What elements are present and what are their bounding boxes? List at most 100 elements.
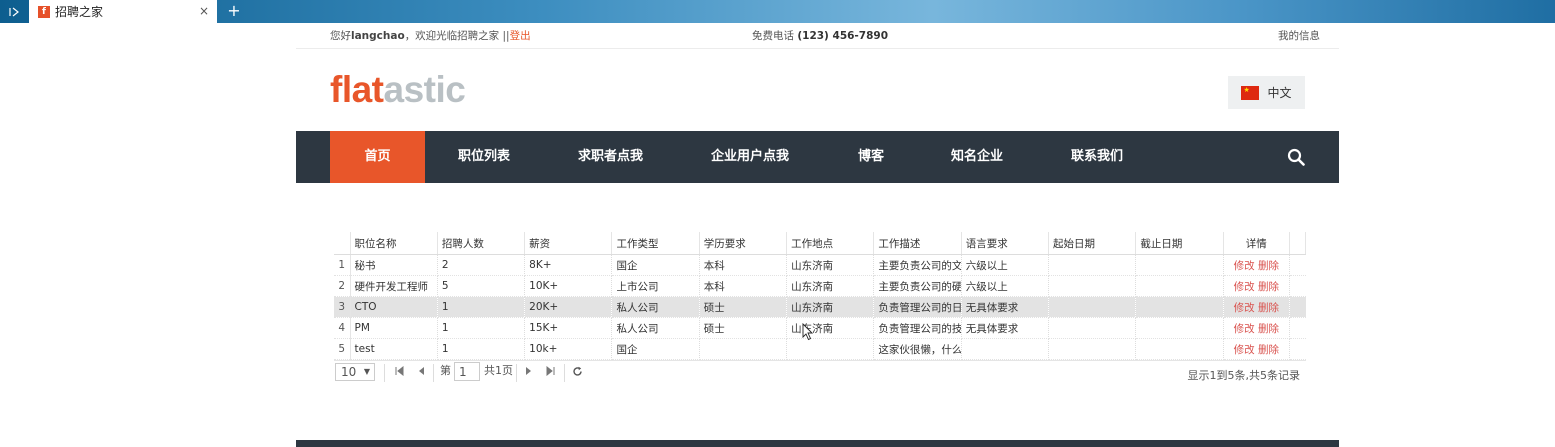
job-table: 职位名称 招聘人数 薪资 工作类型 学历要求 工作地点 工作描述 语言要求 起始… xyxy=(334,232,1307,360)
language-switcher[interactable]: 中文 xyxy=(1228,76,1305,109)
table-cell: 国企 xyxy=(611,254,700,276)
next-page-icon[interactable] xyxy=(524,366,534,379)
pager-separator xyxy=(433,364,434,382)
table-row[interactable]: 5 test 1 10k+ 国企 这家伙很懒，什么 修改 删除 xyxy=(334,338,1306,360)
column-header[interactable]: 薪资 xyxy=(524,232,613,255)
table-body: 1 秘书 2 8K+ 国企 本科 山东济南 主要负责公司的文 六级以上 修改 删除 2 硬件开发工程师… xyxy=(334,254,1306,360)
my-info-link[interactable]: 我的信息 xyxy=(1278,28,1320,43)
page-label: 第 xyxy=(440,364,451,377)
table-cell: 1 xyxy=(437,338,526,360)
table-cell: 国企 xyxy=(611,338,700,360)
nav-item-contact[interactable]: 联系我们 xyxy=(1071,131,1123,183)
nav-item-companies[interactable]: 企业用户点我 xyxy=(711,131,789,183)
logout-link[interactable]: 登出 xyxy=(510,30,531,42)
phone-number: (123) 456-7890 xyxy=(797,30,889,42)
edit-link[interactable]: 修改 xyxy=(1234,302,1255,314)
scrollbar-spacer xyxy=(1289,317,1306,339)
table-cell: 六级以上 xyxy=(961,254,1050,276)
table-cell: 硬件开发工程师 xyxy=(350,275,438,297)
column-header[interactable]: 详情 xyxy=(1223,232,1290,255)
nav-item-job-list[interactable]: 职位列表 xyxy=(458,131,510,183)
delete-link[interactable]: 删除 xyxy=(1258,302,1279,314)
delete-link[interactable]: 删除 xyxy=(1258,344,1279,356)
main-nav: 首页 职位列表 求职者点我 企业用户点我 博客 知名企业 联系我们 xyxy=(296,131,1339,183)
pagination-bar: 10 ▼ 第 1 共1页 显示1到5条,共5条记录 xyxy=(334,360,1306,385)
mouse-cursor-icon xyxy=(802,323,814,341)
scrollbar-spacer xyxy=(1289,275,1306,297)
table-cell: 秘书 xyxy=(350,254,438,276)
column-header[interactable]: 截止日期 xyxy=(1135,232,1224,255)
site-logo[interactable]: flatastic xyxy=(330,69,466,111)
column-header[interactable]: 学历要求 xyxy=(699,232,788,255)
column-header[interactable]: 工作地点 xyxy=(786,232,875,255)
scrollbar-header-spacer xyxy=(1289,232,1307,255)
column-header[interactable]: 起始日期 xyxy=(1048,232,1137,255)
favicon-icon: f xyxy=(38,5,50,18)
nav-item-job-seekers[interactable]: 求职者点我 xyxy=(578,131,643,183)
table-cell xyxy=(1048,296,1137,318)
table-cell: 负责管理公司的日 xyxy=(873,296,962,318)
row-number: 3 xyxy=(334,296,351,318)
table-row[interactable]: 2 硬件开发工程师 5 10K+ 上市公司 本科 山东济南 主要负责公司的硬 六级以上 修改 删除 xyxy=(334,275,1306,297)
table-cell: 主要负责公司的文 xyxy=(873,254,962,276)
column-header[interactable]: 语言要求 xyxy=(961,232,1050,255)
browser-tab[interactable]: f 招聘之家 × xyxy=(29,0,217,23)
logo-part-1: flat xyxy=(330,69,384,110)
table-cell: 20K+ xyxy=(524,296,613,318)
pager-separator xyxy=(384,364,385,382)
table-cell xyxy=(786,338,875,360)
site-footer xyxy=(296,440,1339,447)
column-header[interactable]: 职位名称 xyxy=(350,232,438,255)
table-cell xyxy=(961,338,1050,360)
table-cell: 山东济南 xyxy=(786,296,875,318)
delete-link[interactable]: 删除 xyxy=(1258,260,1279,272)
nav-item-home[interactable]: 首页 xyxy=(330,131,425,183)
row-number: 1 xyxy=(334,254,351,276)
scrollbar-spacer xyxy=(1289,338,1306,360)
table-row[interactable]: 3 CTO 1 20K+ 私人公司 硕士 山东济南 负责管理公司的日 无具体要求 修改 删除 xyxy=(334,296,1306,318)
nav-item-blog[interactable]: 博客 xyxy=(858,131,884,183)
scrollbar-spacer xyxy=(1289,254,1306,276)
table-row[interactable]: 1 秘书 2 8K+ 国企 本科 山东济南 主要负责公司的文 六级以上 修改 删除 xyxy=(334,254,1306,276)
table-cell: 上市公司 xyxy=(611,275,700,297)
page-number-input[interactable]: 1 xyxy=(454,362,480,381)
table-cell: 无具体要求 xyxy=(961,296,1050,318)
table-cell xyxy=(1135,296,1224,318)
refresh-icon[interactable] xyxy=(572,366,583,380)
delete-link[interactable]: 删除 xyxy=(1258,323,1279,335)
last-page-icon[interactable] xyxy=(546,365,556,379)
phone-info: 免费电话 (123) 456-7890 xyxy=(752,28,888,43)
prev-page-icon[interactable] xyxy=(416,366,426,379)
page-total: 共1页 xyxy=(484,364,513,377)
table-cell: PM xyxy=(350,317,438,339)
table-cell: 10K+ xyxy=(524,275,613,297)
edit-link[interactable]: 修改 xyxy=(1234,260,1255,272)
page-container: 您好langchao，欢迎光临招聘之家 ||登出 免费电话 (123) 456-… xyxy=(296,23,1339,183)
sidebar-toggle-button[interactable] xyxy=(0,0,28,23)
edit-link[interactable]: 修改 xyxy=(1234,344,1255,356)
table-cell xyxy=(1048,275,1137,297)
new-tab-button[interactable]: + xyxy=(224,1,244,20)
table-row[interactable]: 4 PM 1 15K+ 私人公司 硕士 山东济南 负责管理公司的技 无具体要求 修改 删除 xyxy=(334,317,1306,339)
tab-close-icon[interactable]: × xyxy=(199,4,209,18)
table-cell: 1 xyxy=(437,296,526,318)
row-number-header xyxy=(334,232,351,255)
row-actions: 修改 删除 xyxy=(1223,338,1290,360)
first-page-icon[interactable] xyxy=(394,365,404,379)
column-header[interactable]: 招聘人数 xyxy=(437,232,526,255)
edit-link[interactable]: 修改 xyxy=(1234,281,1255,293)
table-cell: 主要负责公司的硬 xyxy=(873,275,962,297)
table-cell: 山东济南 xyxy=(786,254,875,276)
table-cell: 5 xyxy=(437,275,526,297)
edit-link[interactable]: 修改 xyxy=(1234,323,1255,335)
search-icon[interactable] xyxy=(1287,148,1305,166)
table-cell: 六级以上 xyxy=(961,275,1050,297)
dropdown-arrow-icon: ▼ xyxy=(363,367,370,376)
table-cell: 2 xyxy=(437,254,526,276)
nav-item-famous-companies[interactable]: 知名企业 xyxy=(951,131,1003,183)
table-cell xyxy=(1135,317,1224,339)
delete-link[interactable]: 删除 xyxy=(1258,281,1279,293)
page-size-select[interactable]: 10 ▼ xyxy=(335,363,375,381)
column-header[interactable]: 工作描述 xyxy=(873,232,962,255)
column-header[interactable]: 工作类型 xyxy=(611,232,700,255)
